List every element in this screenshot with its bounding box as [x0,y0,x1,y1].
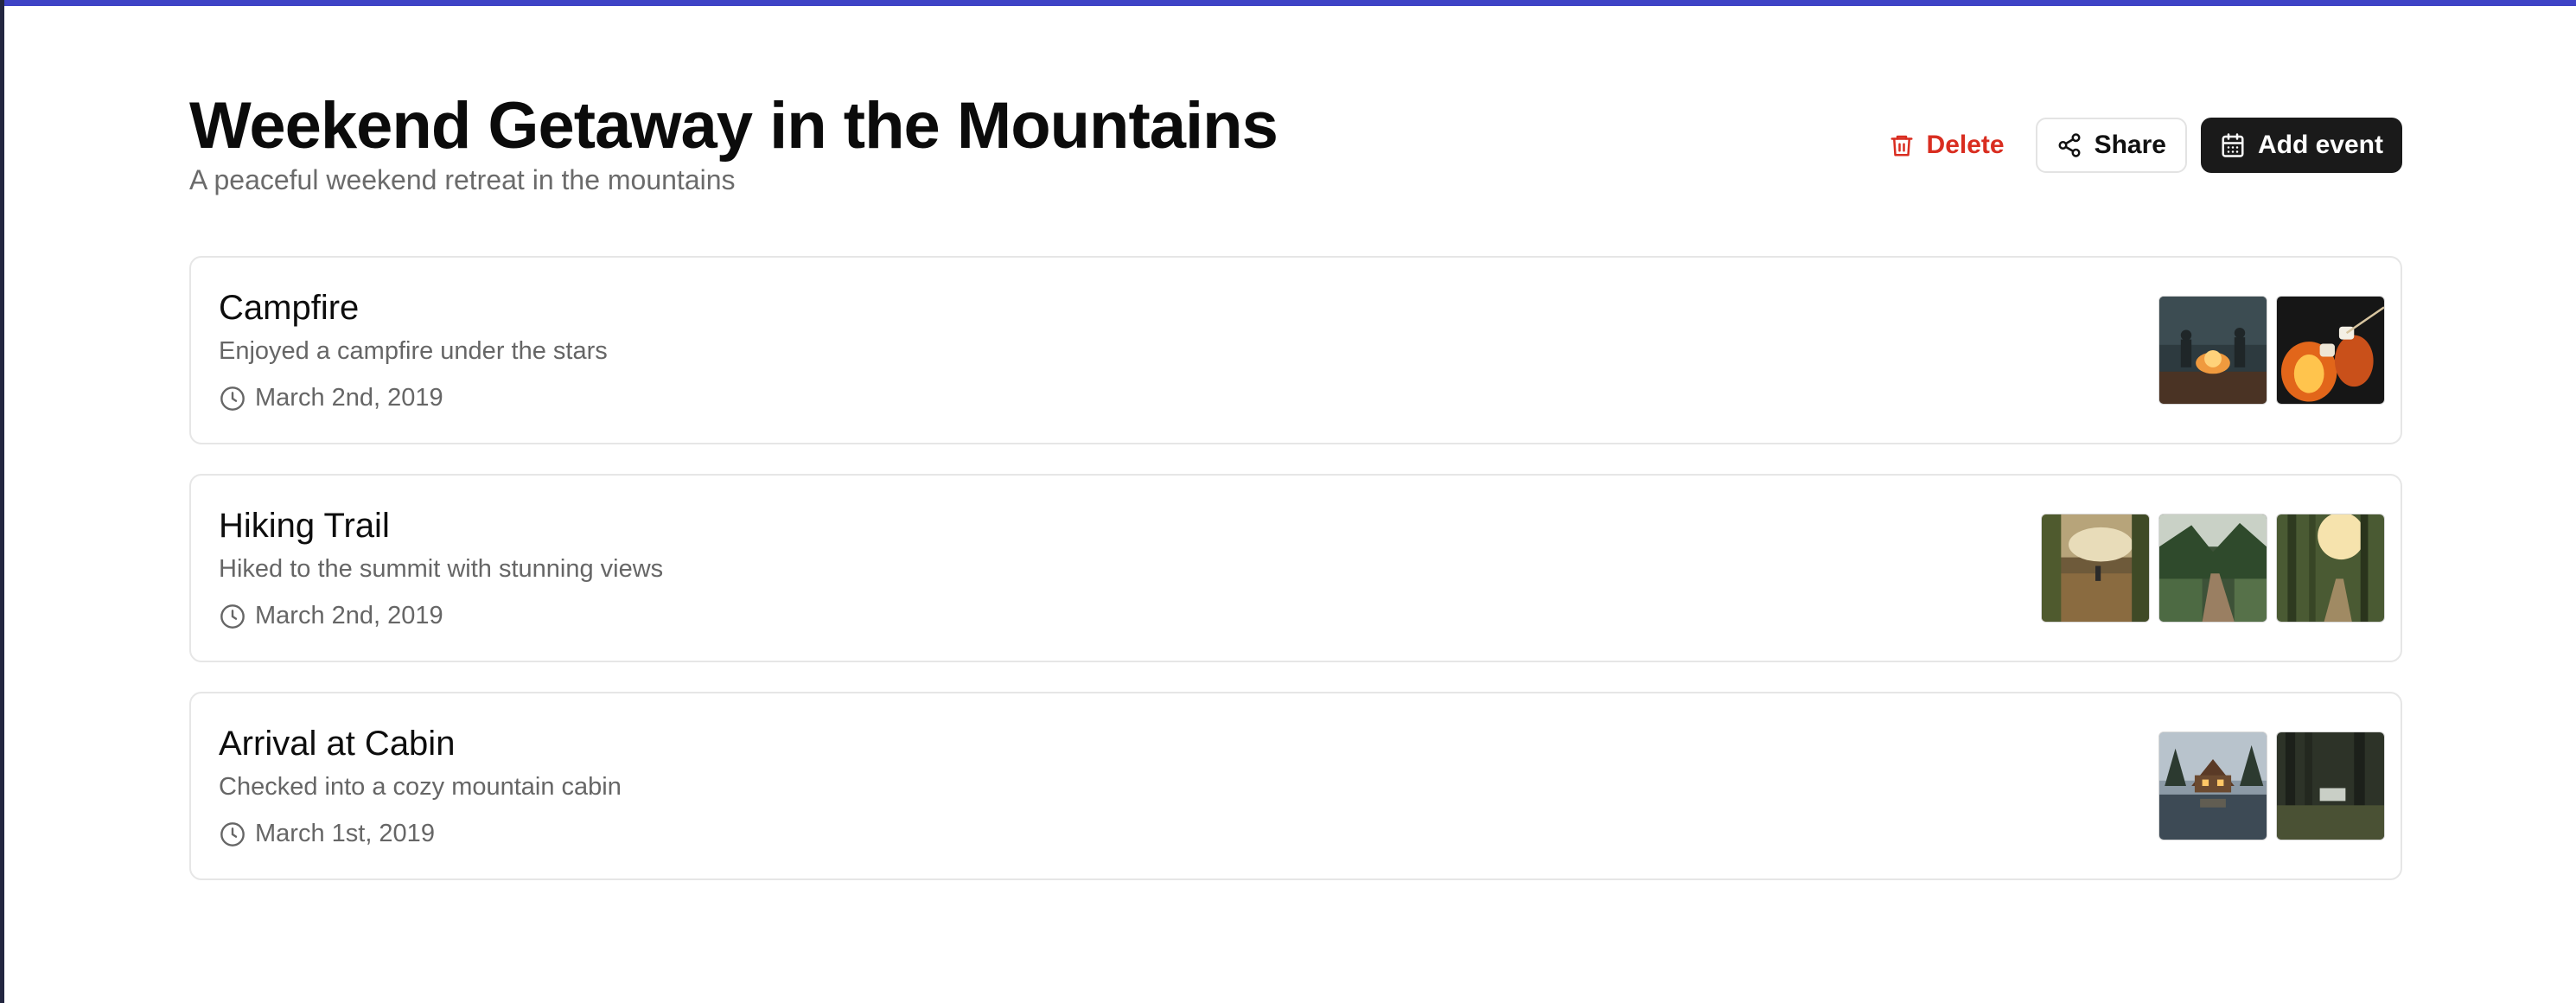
page-subtitle: A peaceful weekend retreat in the mounta… [189,164,736,195]
event-card[interactable]: Hiking Trail Hiked to the summit with st… [189,474,2402,662]
event-photos [2158,731,2385,840]
event-photos [2041,514,2385,623]
event-description: Hiked to the summit with stunning views [219,555,664,583]
event-description: Enjoyed a campfire under the stars [219,337,608,365]
forest-trail-photo[interactable] [2158,514,2267,623]
dark-forest-cabin-photo[interactable] [2276,731,2385,840]
delete-button-label: Delete [1926,131,2005,159]
clock-icon [220,386,245,411]
share-icon [2058,133,2081,157]
trash-icon [1891,135,1913,157]
event-card[interactable]: Arrival at Cabin Checked into a cozy mou… [189,692,2402,880]
marshmallow-roast-photo[interactable] [2276,296,2385,405]
event-date-text: March 2nd, 2019 [255,384,443,412]
event-date: March 2nd, 2019 [219,602,443,630]
sunlit-forest-photo[interactable] [2276,514,2385,623]
event-card[interactable]: Campfire Enjoyed a campfire under the st… [189,256,2402,444]
event-list: Campfire Enjoyed a campfire under the st… [189,256,2402,880]
add-event-button[interactable]: Add event [2200,118,2402,173]
trip-page: Weekend Getaway in the Mountains A peace… [189,0,2402,880]
event-date: March 2nd, 2019 [219,384,443,412]
left-edge-bar [0,0,4,1003]
calendar-icon [2222,133,2244,157]
share-button[interactable]: Share [2035,118,2187,173]
add-event-button-label: Add event [2257,131,2383,159]
event-date-text: March 2nd, 2019 [255,602,443,629]
clock-icon [220,821,245,846]
event-title: Arrival at Cabin [219,725,456,763]
meadow-hiker-photo[interactable] [2041,514,2150,623]
event-title: Hiking Trail [219,507,390,545]
event-date-text: March 1st, 2019 [255,820,435,847]
share-button-label: Share [2094,131,2166,159]
page-header: Weekend Getaway in the Mountains A peace… [189,0,2402,256]
event-photos [2158,296,2385,405]
clock-icon [220,604,245,629]
event-date: March 1st, 2019 [219,820,435,848]
page-title: Weekend Getaway in the Mountains [189,89,1278,163]
snowy-cabin-lake-photo[interactable] [2158,731,2267,840]
event-description: Checked into a cozy mountain cabin [219,773,622,801]
header-actions: Delete Share Add event [1871,118,2402,173]
delete-button[interactable]: Delete [1871,118,2022,173]
event-title: Campfire [219,289,360,327]
campfire-group-photo[interactable] [2158,296,2267,405]
